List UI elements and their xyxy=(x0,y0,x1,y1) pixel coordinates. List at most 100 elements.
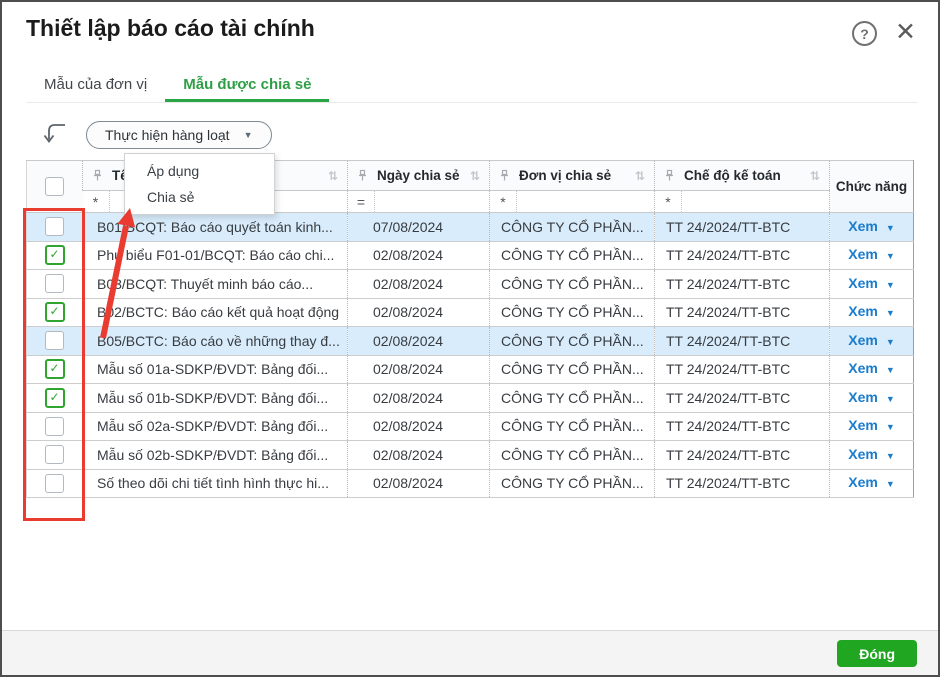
row-action-label: Xem xyxy=(848,360,878,376)
select-all-checkbox[interactable] xyxy=(45,177,64,196)
pin-icon xyxy=(499,169,510,182)
filter-operator[interactable]: * xyxy=(490,191,517,212)
filter-operator[interactable]: * xyxy=(83,191,110,212)
row-name: Mẫu số 02b-SDKP/ĐVDT: Bảng đối... xyxy=(83,441,348,470)
filter-input[interactable] xyxy=(375,191,489,212)
sort-icon[interactable]: ⇅ xyxy=(328,169,338,183)
column-header-don-vi-chia-se[interactable]: Đơn vị chia sẻ ⇅ xyxy=(490,161,655,191)
tab-mau-duoc-chia-se[interactable]: Mẫu được chia sẻ xyxy=(165,70,329,102)
row-name: Số theo dõi chi tiết tình hình thực hi..… xyxy=(83,469,348,498)
row-action-cell: Xem ▼ xyxy=(830,355,914,384)
table-row[interactable]: B03/BCQT: Thuyết minh báo cáo... 02/08/2… xyxy=(27,270,914,299)
row-accounting-regime: TT 24/2024/TT-BTC xyxy=(655,270,830,299)
table-row[interactable]: B01/BCQT: Báo cáo quyết toán kinh... 07/… xyxy=(27,213,914,242)
table-row[interactable]: B05/BCTC: Báo cáo về những thay đ... 02/… xyxy=(27,327,914,356)
table-row[interactable]: ✓ Mẫu số 01b-SDKP/ĐVDT: Bảng đối... 02/0… xyxy=(27,384,914,413)
filter-cell-don-vi-chia-se[interactable]: * xyxy=(490,191,655,213)
caret-down-icon: ▼ xyxy=(886,308,895,318)
tab-bar: Mẫu của đơn vị Mẫu được chia sẻ xyxy=(26,70,918,103)
table-row[interactable]: ✓ Mẫu số 01a-SDKP/ĐVDT: Bảng đối... 02/0… xyxy=(27,355,914,384)
row-action-label: Xem xyxy=(848,417,878,433)
row-checkbox[interactable] xyxy=(45,474,64,493)
row-checkbox-cell: ✓ xyxy=(27,384,83,413)
row-action-link[interactable]: Xem▼ xyxy=(848,218,895,234)
row-accounting-regime: TT 24/2024/TT-BTC xyxy=(655,469,830,498)
row-accounting-regime: TT 24/2024/TT-BTC xyxy=(655,384,830,413)
row-share-date: 02/08/2024 xyxy=(348,412,490,441)
row-action-link[interactable]: Xem▼ xyxy=(848,446,895,462)
filter-operator[interactable]: = xyxy=(348,191,375,212)
table-row[interactable]: ✓ B02/BCTC: Báo cáo kết quả hoạt động 02… xyxy=(27,298,914,327)
caret-down-icon: ▼ xyxy=(886,422,895,432)
row-action-label: Xem xyxy=(848,474,878,490)
menu-item-chia-se[interactable]: Chia sẻ xyxy=(125,184,274,210)
table-row[interactable]: Số theo dõi chi tiết tình hình thực hi..… xyxy=(27,469,914,498)
row-action-cell: Xem▼ xyxy=(830,327,914,356)
close-icon[interactable]: ✕ xyxy=(895,17,916,47)
row-name: B03/BCQT: Thuyết minh báo cáo... xyxy=(83,270,348,299)
filter-cell-che-do-ke-toan[interactable]: * xyxy=(655,191,830,213)
column-header-ngay-chia-se[interactable]: Ngày chia sẻ ⇅ xyxy=(348,161,490,191)
row-action-label: Xem xyxy=(848,303,878,319)
sort-icon[interactable]: ⇅ xyxy=(810,169,820,183)
sort-icon[interactable]: ⇅ xyxy=(635,169,645,183)
filter-input[interactable] xyxy=(517,191,654,212)
row-share-date: 02/08/2024 xyxy=(348,298,490,327)
column-header-chuc-nang: Chức năng xyxy=(830,161,914,213)
table-row[interactable]: Mẫu số 02a-SDKP/ĐVDT: Bảng đối... 02/08/… xyxy=(27,412,914,441)
row-action-cell: Xem▼ xyxy=(830,213,914,242)
row-checkbox[interactable] xyxy=(45,417,64,436)
row-checkbox-cell: ✓ xyxy=(27,355,83,384)
row-action-cell: Xem ▼ xyxy=(830,412,914,441)
caret-down-icon: ▼ xyxy=(886,280,895,290)
row-action-link[interactable]: Xem ▼ xyxy=(848,360,895,376)
batch-arrow-icon[interactable] xyxy=(43,120,67,152)
row-accounting-regime: TT 24/2024/TT-BTC xyxy=(655,298,830,327)
row-action-cell: Xem ▼ xyxy=(830,298,914,327)
dong-button[interactable]: Đóng xyxy=(837,640,917,667)
menu-item-ap-dung[interactable]: Áp dụng xyxy=(125,158,274,184)
row-checkbox[interactable]: ✓ xyxy=(45,302,65,322)
row-checkbox[interactable] xyxy=(45,217,64,236)
tab-mau-cua-don-vi[interactable]: Mẫu của đơn vị xyxy=(26,70,165,99)
row-accounting-regime: TT 24/2024/TT-BTC xyxy=(655,355,830,384)
filter-cell-ngay-chia-se[interactable]: = xyxy=(348,191,490,213)
row-checkbox[interactable]: ✓ xyxy=(45,388,65,408)
pin-icon xyxy=(357,169,368,182)
filter-input[interactable] xyxy=(682,191,829,212)
row-action-link[interactable]: Xem▼ xyxy=(848,275,895,291)
select-all-cell xyxy=(27,161,83,213)
row-action-link[interactable]: Xem▼ xyxy=(848,246,895,262)
row-checkbox[interactable] xyxy=(45,445,64,464)
filter-operator[interactable]: * xyxy=(655,191,682,212)
row-action-link[interactable]: Xem▼ xyxy=(848,474,895,490)
row-action-link[interactable]: Xem ▼ xyxy=(848,303,895,319)
row-checkbox[interactable]: ✓ xyxy=(45,245,65,265)
row-action-cell: Xem▼ xyxy=(830,270,914,299)
row-action-link[interactable]: Xem▼ xyxy=(848,389,895,405)
batch-action-dropdown-button[interactable]: Thực hiện hàng loạt ▼ xyxy=(86,121,272,149)
row-checkbox[interactable] xyxy=(45,274,64,293)
table-row[interactable]: ✓ Phụ biểu F01-01/BCQT: Báo cáo chi... 0… xyxy=(27,241,914,270)
sort-icon[interactable]: ⇅ xyxy=(470,169,480,183)
column-header-che-do-ke-toan[interactable]: Chế độ kế toán ⇅ xyxy=(655,161,830,191)
row-action-link[interactable]: Xem ▼ xyxy=(848,417,895,433)
row-share-unit: CÔNG TY CỔ PHẦN... xyxy=(490,270,655,299)
row-accounting-regime: TT 24/2024/TT-BTC xyxy=(655,241,830,270)
row-action-cell: Xem▼ xyxy=(830,469,914,498)
row-share-unit: CÔNG TY CỔ PHẦN... xyxy=(490,441,655,470)
batch-action-menu: Áp dụng Chia sẻ xyxy=(124,153,275,215)
caret-down-icon: ▼ xyxy=(886,365,895,375)
caret-down-icon: ▼ xyxy=(886,337,895,347)
row-checkbox[interactable]: ✓ xyxy=(45,359,65,379)
row-share-unit: CÔNG TY CỔ PHẦN... xyxy=(490,241,655,270)
row-share-unit: CÔNG TY CỔ PHẦN... xyxy=(490,355,655,384)
row-share-date: 02/08/2024 xyxy=(348,384,490,413)
row-action-label: Xem xyxy=(848,446,878,462)
row-checkbox[interactable] xyxy=(45,331,64,350)
row-action-link[interactable]: Xem▼ xyxy=(848,332,895,348)
help-icon[interactable]: ? xyxy=(852,21,877,46)
row-name: Mẫu số 01a-SDKP/ĐVDT: Bảng đối... xyxy=(83,355,348,384)
caret-down-icon: ▼ xyxy=(886,394,895,404)
table-row[interactable]: Mẫu số 02b-SDKP/ĐVDT: Bảng đối... 02/08/… xyxy=(27,441,914,470)
